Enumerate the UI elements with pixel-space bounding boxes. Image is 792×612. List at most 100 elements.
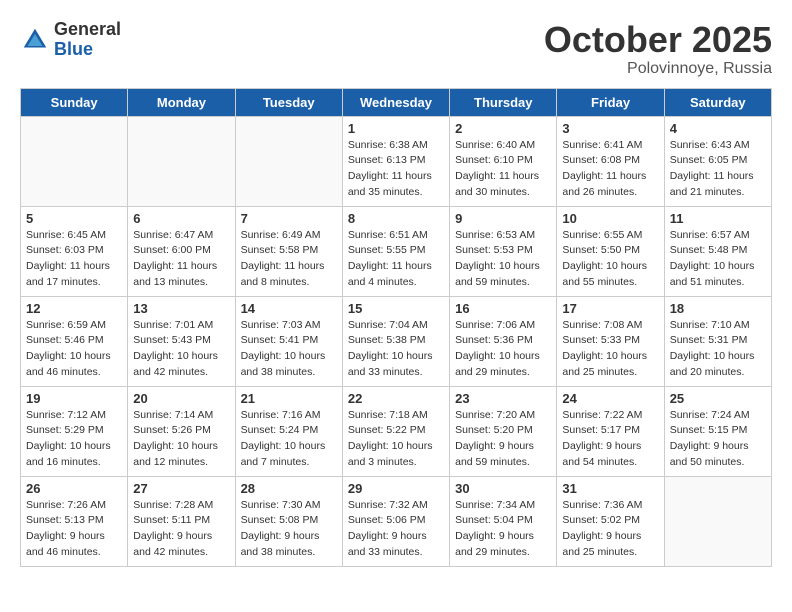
- day-cell: 12 Sunrise: 6:59 AM Sunset: 5:46 PM Dayli…: [21, 296, 128, 386]
- day-cell: 2 Sunrise: 6:40 AM Sunset: 6:10 PM Daylig…: [450, 116, 557, 206]
- day-info: Sunrise: 6:49 AM Sunset: 5:58 PM Dayligh…: [241, 228, 337, 291]
- day-number: 26: [26, 481, 122, 496]
- day-cell: 9 Sunrise: 6:53 AM Sunset: 5:53 PM Daylig…: [450, 206, 557, 296]
- day-info: Sunrise: 7:01 AM Sunset: 5:43 PM Dayligh…: [133, 318, 229, 381]
- logo: General Blue: [20, 20, 121, 60]
- day-cell: 4Sunrise: 6:43 AM Sunset: 6:05 PM Daylig…: [664, 116, 771, 206]
- day-cell: 3 Sunrise: 6:41 AM Sunset: 6:08 PM Daylig…: [557, 116, 664, 206]
- location: Polovinnoye, Russia: [544, 60, 772, 78]
- day-cell: 16 Sunrise: 7:06 AM Sunset: 5:36 PM Dayli…: [450, 296, 557, 386]
- day-info: Sunrise: 7:26 AM Sunset: 5:13 PM Dayligh…: [26, 498, 122, 561]
- day-number: 7: [241, 211, 337, 226]
- day-number: 2: [455, 121, 551, 136]
- day-cell: [235, 116, 342, 206]
- logo-text: General Blue: [54, 20, 121, 60]
- day-info: Sunrise: 7:34 AM Sunset: 5:04 PM Dayligh…: [455, 498, 551, 561]
- day-cell: 26 Sunrise: 7:26 AM Sunset: 5:13 PM Dayli…: [21, 476, 128, 566]
- day-cell: 15 Sunrise: 7:04 AM Sunset: 5:38 PM Dayli…: [342, 296, 449, 386]
- day-number: 24: [562, 391, 658, 406]
- day-number: 13: [133, 301, 229, 316]
- week-row-1: 1 Sunrise: 6:38 AM Sunset: 6:13 PM Daylig…: [21, 116, 772, 206]
- day-info: Sunrise: 6:59 AM Sunset: 5:46 PM Dayligh…: [26, 318, 122, 381]
- day-info: Sunrise: 7:04 AM Sunset: 5:38 PM Dayligh…: [348, 318, 444, 381]
- week-row-2: 5Sunrise: 6:45 AM Sunset: 6:03 PM Daylig…: [21, 206, 772, 296]
- day-cell: 14Sunrise: 7:03 AM Sunset: 5:41 PM Dayli…: [235, 296, 342, 386]
- day-number: 12: [26, 301, 122, 316]
- day-number: 9: [455, 211, 551, 226]
- day-cell: 11Sunrise: 6:57 AM Sunset: 5:48 PM Dayli…: [664, 206, 771, 296]
- day-cell: 24 Sunrise: 7:22 AM Sunset: 5:17 PM Dayli…: [557, 386, 664, 476]
- day-number: 21: [241, 391, 337, 406]
- day-cell: 25 Sunrise: 7:24 AM Sunset: 5:15 PM Dayli…: [664, 386, 771, 476]
- day-info: Sunrise: 7:24 AM Sunset: 5:15 PM Dayligh…: [670, 408, 766, 471]
- day-cell: 1 Sunrise: 6:38 AM Sunset: 6:13 PM Daylig…: [342, 116, 449, 206]
- day-number: 25: [670, 391, 766, 406]
- day-header-saturday: Saturday: [664, 88, 771, 116]
- day-cell: 10Sunrise: 6:55 AM Sunset: 5:50 PM Dayli…: [557, 206, 664, 296]
- day-info: Sunrise: 7:30 AM Sunset: 5:08 PM Dayligh…: [241, 498, 337, 561]
- day-header-thursday: Thursday: [450, 88, 557, 116]
- day-cell: 5Sunrise: 6:45 AM Sunset: 6:03 PM Daylig…: [21, 206, 128, 296]
- day-number: 3: [562, 121, 658, 136]
- week-row-5: 26 Sunrise: 7:26 AM Sunset: 5:13 PM Dayli…: [21, 476, 772, 566]
- day-number: 29: [348, 481, 444, 496]
- day-info: Sunrise: 7:18 AM Sunset: 5:22 PM Dayligh…: [348, 408, 444, 471]
- day-number: 15: [348, 301, 444, 316]
- logo-icon: [20, 25, 50, 55]
- day-number: 8: [348, 211, 444, 226]
- day-cell: 23 Sunrise: 7:20 AM Sunset: 5:20 PM Dayli…: [450, 386, 557, 476]
- day-info: Sunrise: 7:20 AM Sunset: 5:20 PM Dayligh…: [455, 408, 551, 471]
- day-info: Sunrise: 6:51 AM Sunset: 5:55 PM Dayligh…: [348, 228, 444, 291]
- day-info: Sunrise: 6:43 AM Sunset: 6:05 PM Dayligh…: [670, 138, 766, 201]
- day-number: 31: [562, 481, 658, 496]
- day-number: 27: [133, 481, 229, 496]
- day-info: Sunrise: 6:47 AM Sunset: 6:00 PM Dayligh…: [133, 228, 229, 291]
- day-cell: [21, 116, 128, 206]
- day-number: 11: [670, 211, 766, 226]
- day-cell: [664, 476, 771, 566]
- day-cell: 27 Sunrise: 7:28 AM Sunset: 5:11 PM Dayli…: [128, 476, 235, 566]
- day-number: 28: [241, 481, 337, 496]
- day-header-friday: Friday: [557, 88, 664, 116]
- day-info: Sunrise: 6:40 AM Sunset: 6:10 PM Dayligh…: [455, 138, 551, 201]
- day-header-monday: Monday: [128, 88, 235, 116]
- day-info: Sunrise: 6:38 AM Sunset: 6:13 PM Dayligh…: [348, 138, 444, 201]
- day-number: 1: [348, 121, 444, 136]
- day-header-wednesday: Wednesday: [342, 88, 449, 116]
- day-number: 19: [26, 391, 122, 406]
- day-info: Sunrise: 7:22 AM Sunset: 5:17 PM Dayligh…: [562, 408, 658, 471]
- page-header: General Blue October 2025 Polovinnoye, R…: [20, 20, 772, 78]
- day-info: Sunrise: 6:45 AM Sunset: 6:03 PM Dayligh…: [26, 228, 122, 291]
- day-info: Sunrise: 7:03 AM Sunset: 5:41 PM Dayligh…: [241, 318, 337, 381]
- day-info: Sunrise: 7:16 AM Sunset: 5:24 PM Dayligh…: [241, 408, 337, 471]
- day-cell: 8 Sunrise: 6:51 AM Sunset: 5:55 PM Daylig…: [342, 206, 449, 296]
- logo-blue: Blue: [54, 40, 121, 60]
- day-cell: 21 Sunrise: 7:16 AM Sunset: 5:24 PM Dayli…: [235, 386, 342, 476]
- day-number: 16: [455, 301, 551, 316]
- title-block: October 2025 Polovinnoye, Russia: [544, 20, 772, 78]
- day-info: Sunrise: 6:41 AM Sunset: 6:08 PM Dayligh…: [562, 138, 658, 201]
- day-cell: 20Sunrise: 7:14 AM Sunset: 5:26 PM Dayli…: [128, 386, 235, 476]
- month-title: October 2025: [544, 20, 772, 60]
- day-info: Sunrise: 7:36 AM Sunset: 5:02 PM Dayligh…: [562, 498, 658, 561]
- day-number: 23: [455, 391, 551, 406]
- day-cell: 7 Sunrise: 6:49 AM Sunset: 5:58 PM Daylig…: [235, 206, 342, 296]
- day-number: 18: [670, 301, 766, 316]
- header-row: SundayMondayTuesdayWednesdayThursdayFrid…: [21, 88, 772, 116]
- day-number: 22: [348, 391, 444, 406]
- day-info: Sunrise: 7:28 AM Sunset: 5:11 PM Dayligh…: [133, 498, 229, 561]
- week-row-4: 19Sunrise: 7:12 AM Sunset: 5:29 PM Dayli…: [21, 386, 772, 476]
- day-number: 30: [455, 481, 551, 496]
- day-header-sunday: Sunday: [21, 88, 128, 116]
- day-info: Sunrise: 7:06 AM Sunset: 5:36 PM Dayligh…: [455, 318, 551, 381]
- calendar-table: SundayMondayTuesdayWednesdayThursdayFrid…: [20, 88, 772, 567]
- day-cell: 17Sunrise: 7:08 AM Sunset: 5:33 PM Dayli…: [557, 296, 664, 386]
- day-info: Sunrise: 7:10 AM Sunset: 5:31 PM Dayligh…: [670, 318, 766, 381]
- day-header-tuesday: Tuesday: [235, 88, 342, 116]
- day-cell: 18 Sunrise: 7:10 AM Sunset: 5:31 PM Dayli…: [664, 296, 771, 386]
- day-cell: 28 Sunrise: 7:30 AM Sunset: 5:08 PM Dayli…: [235, 476, 342, 566]
- day-info: Sunrise: 6:53 AM Sunset: 5:53 PM Dayligh…: [455, 228, 551, 291]
- day-info: Sunrise: 7:08 AM Sunset: 5:33 PM Dayligh…: [562, 318, 658, 381]
- day-cell: 13 Sunrise: 7:01 AM Sunset: 5:43 PM Dayli…: [128, 296, 235, 386]
- day-info: Sunrise: 7:32 AM Sunset: 5:06 PM Dayligh…: [348, 498, 444, 561]
